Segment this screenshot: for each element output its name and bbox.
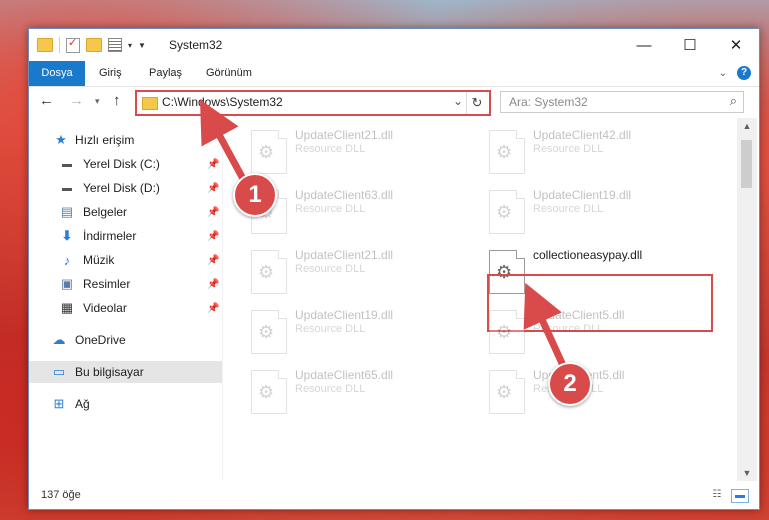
arrow-to-file <box>523 282 570 374</box>
annotation-arrows <box>199 99 570 374</box>
step-badge-1: 1 <box>233 173 277 217</box>
step-badge-2: 2 <box>548 362 592 406</box>
